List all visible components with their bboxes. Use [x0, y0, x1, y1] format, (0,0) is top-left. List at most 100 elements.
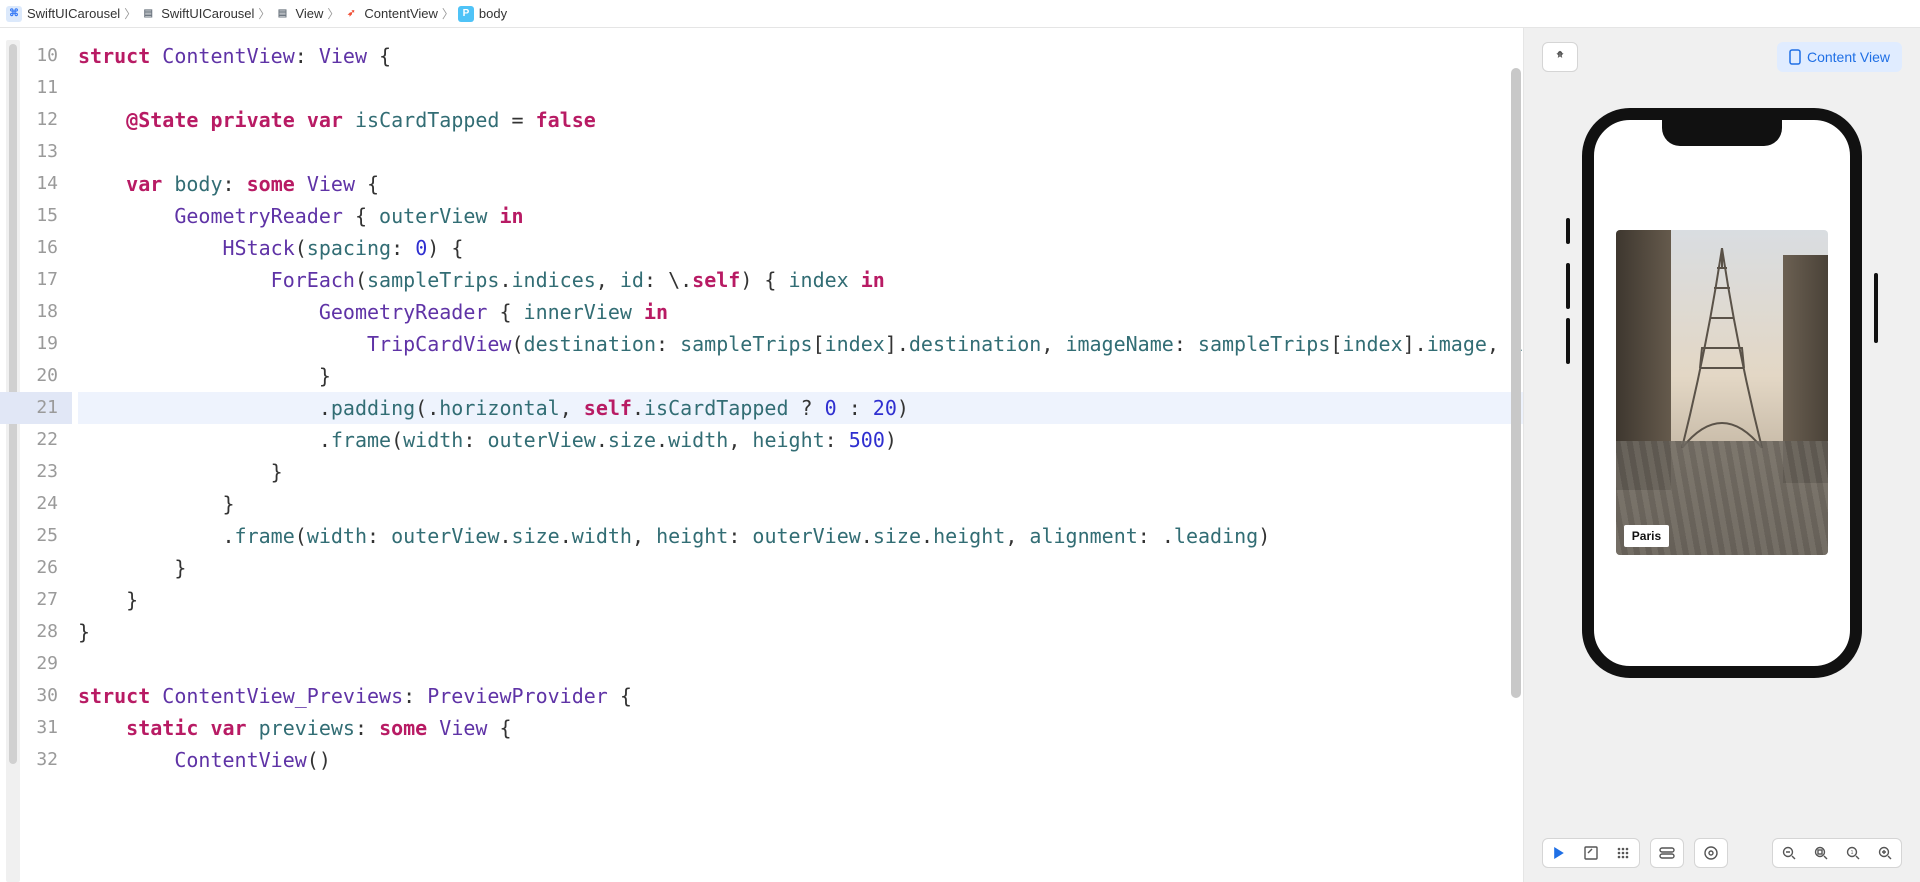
line-number[interactable]: 32 — [0, 744, 72, 776]
line-number[interactable]: 29 — [0, 648, 72, 680]
grid-icon — [1616, 846, 1630, 860]
zoom-in-icon — [1878, 846, 1892, 860]
device-settings-group — [1650, 838, 1684, 868]
breadcrumb-label: ContentView — [364, 6, 437, 21]
line-number[interactable]: 14 — [0, 168, 72, 200]
breadcrumb-item[interactable]: ▤SwiftUICarousel — [140, 6, 254, 22]
breadcrumb-item[interactable]: ➶ContentView — [343, 6, 437, 22]
options-icon — [1704, 846, 1718, 860]
breadcrumb-label: SwiftUICarousel — [161, 6, 254, 21]
code-line[interactable]: .padding(.horizontal, self.isCardTapped … — [78, 392, 1523, 424]
trip-card[interactable]: Paris — [1616, 230, 1828, 555]
line-number[interactable]: 24 — [0, 488, 72, 520]
selectable-icon — [1584, 846, 1598, 860]
line-number[interactable]: 25 — [0, 520, 72, 552]
editor-scrollbar[interactable] — [1511, 68, 1521, 708]
phone-volume-down — [1566, 318, 1570, 364]
code-line[interactable]: } — [78, 488, 1523, 520]
line-number[interactable]: 12 — [0, 104, 72, 136]
code-line[interactable]: } — [78, 584, 1523, 616]
code-line[interactable]: .frame(width: outerView.size.width, heig… — [78, 520, 1523, 552]
line-number[interactable]: 26 — [0, 552, 72, 584]
canvas-top-bar: Content View — [1542, 42, 1902, 72]
breadcrumb-item[interactable]: ▤ View — [274, 6, 323, 22]
code-line[interactable] — [78, 136, 1523, 168]
phone-volume-up — [1566, 263, 1570, 309]
line-number[interactable]: 13 — [0, 136, 72, 168]
editor-pane: 1011121314151617181920212223242526272829… — [0, 28, 1524, 882]
line-number[interactable]: 27 — [0, 584, 72, 616]
selectable-button[interactable] — [1575, 838, 1607, 868]
zoom-group: 1 — [1772, 838, 1902, 868]
live-preview-button[interactable] — [1543, 838, 1575, 868]
line-number[interactable]: 22 — [0, 424, 72, 456]
breadcrumb: ⌘SwiftUICarousel〉▤SwiftUICarousel〉▤View〉… — [0, 0, 1920, 28]
preview-chip-label: Content View — [1807, 49, 1890, 65]
breadcrumb-item[interactable]: Pbody — [458, 6, 507, 22]
code-line[interactable]: TripCardView(destination: sampleTrips[in… — [78, 328, 1523, 360]
line-number[interactable]: 17 — [0, 264, 72, 296]
line-gutter: 1011121314151617181920212223242526272829… — [0, 28, 72, 882]
line-number[interactable]: 11 — [0, 72, 72, 104]
code-line[interactable]: } — [78, 616, 1523, 648]
breadcrumb-separator: 〉 — [327, 5, 339, 22]
code-line[interactable]: ForEach(sampleTrips.indices, id: \.self)… — [78, 264, 1523, 296]
breadcrumb-separator: 〉 — [258, 5, 270, 22]
breadcrumb-label: View — [295, 6, 323, 21]
pin-icon — [1553, 50, 1567, 64]
code-line[interactable]: } — [78, 552, 1523, 584]
main-split: 1011121314151617181920212223242526272829… — [0, 28, 1920, 882]
folder-icon: ▤ — [274, 6, 290, 22]
breadcrumb-label: SwiftUICarousel — [27, 6, 120, 21]
code-line[interactable]: GeometryReader { outerView in — [78, 200, 1523, 232]
line-number[interactable]: 31 — [0, 712, 72, 744]
zoom-fit-icon — [1814, 846, 1828, 860]
preview-chip[interactable]: Content View — [1777, 42, 1902, 72]
code-line[interactable]: HStack(spacing: 0) { — [78, 232, 1523, 264]
line-number[interactable]: 10 — [0, 40, 72, 72]
zoom-out-button[interactable] — [1773, 838, 1805, 868]
zoom-fit-button[interactable] — [1805, 838, 1837, 868]
line-number[interactable]: 16 — [0, 232, 72, 264]
scrollbar-thumb[interactable] — [1511, 68, 1521, 698]
code-line[interactable]: ContentView() — [78, 744, 1523, 776]
zoom-in-button[interactable] — [1869, 838, 1901, 868]
device-settings-button[interactable] — [1651, 838, 1683, 868]
play-icon — [1553, 847, 1565, 859]
code-line[interactable]: } — [78, 360, 1523, 392]
breadcrumb-separator: 〉 — [442, 5, 454, 22]
canvas-toolbar: 1 — [1542, 838, 1902, 868]
line-number[interactable]: 18 — [0, 296, 72, 328]
code-line[interactable] — [78, 648, 1523, 680]
phone-notch — [1662, 120, 1782, 146]
code-line[interactable]: struct ContentView_Previews: PreviewProv… — [78, 680, 1523, 712]
phone-mute-switch — [1566, 218, 1570, 244]
device-icon — [1789, 49, 1801, 65]
code-line[interactable]: var body: some View { — [78, 168, 1523, 200]
code-line[interactable]: struct ContentView: View { — [78, 40, 1523, 72]
line-number[interactable]: 23 — [0, 456, 72, 488]
line-number[interactable]: 15 — [0, 200, 72, 232]
code-line[interactable] — [78, 72, 1523, 104]
code-line[interactable]: static var previews: some View { — [78, 712, 1523, 744]
code-line[interactable]: @State private var isCardTapped = false — [78, 104, 1523, 136]
line-number[interactable]: 28 — [0, 616, 72, 648]
code-line[interactable]: .frame(width: outerView.size.width, heig… — [78, 424, 1523, 456]
preview-options-button[interactable] — [1695, 838, 1727, 868]
zoom-actual-button[interactable]: 1 — [1837, 838, 1869, 868]
pin-button[interactable] — [1542, 42, 1578, 72]
device-settings-icon — [1659, 846, 1675, 860]
zoom-out-icon — [1782, 846, 1796, 860]
line-number[interactable]: 19 — [0, 328, 72, 360]
phone-preview[interactable]: Paris — [1582, 108, 1862, 678]
preview-controls-group — [1542, 838, 1640, 868]
code-line[interactable]: } — [78, 456, 1523, 488]
variants-button[interactable] — [1607, 838, 1639, 868]
line-number[interactable]: 21 — [0, 392, 72, 424]
line-number[interactable]: 30 — [0, 680, 72, 712]
preview-canvas: Content View — [1524, 28, 1920, 882]
code-line[interactable]: GeometryReader { innerView in — [78, 296, 1523, 328]
code-editor[interactable]: struct ContentView: View { @State privat… — [72, 28, 1523, 882]
breadcrumb-item[interactable]: ⌘SwiftUICarousel — [6, 6, 120, 22]
line-number[interactable]: 20 — [0, 360, 72, 392]
